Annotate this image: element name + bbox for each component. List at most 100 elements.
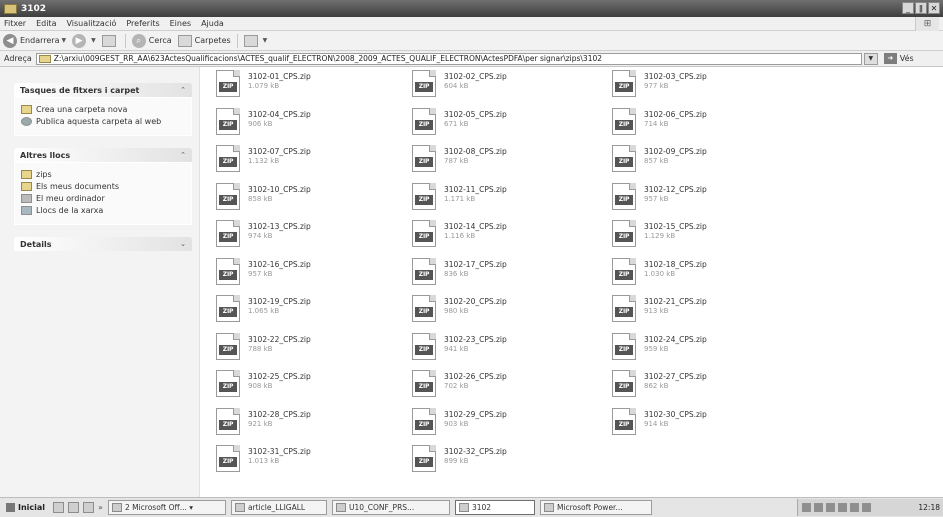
file-item[interactable]: ZIP 3102-06_CPS.zip 714 kB bbox=[612, 107, 792, 142]
file-item[interactable]: ZIP 3102-23_CPS.zip 941 kB bbox=[412, 332, 592, 367]
file-item[interactable]: ZIP 3102-30_CPS.zip 914 kB bbox=[612, 407, 792, 442]
file-name: 3102-29_CPS.zip bbox=[444, 409, 507, 419]
menu-eines[interactable]: Eines bbox=[170, 19, 191, 28]
file-item[interactable]: ZIP 3102-11_CPS.zip 1.171 kB bbox=[412, 182, 592, 217]
file-item[interactable]: ZIP 3102-29_CPS.zip 903 kB bbox=[412, 407, 592, 442]
tray-icon[interactable] bbox=[838, 503, 847, 512]
zip-file-icon: ZIP bbox=[216, 257, 240, 285]
task-create-folder[interactable]: Crea una carpeta nova bbox=[21, 105, 185, 114]
file-size: 1.065 kB bbox=[248, 307, 280, 315]
views-button[interactable]: ▼ bbox=[243, 34, 267, 47]
file-text: 3102-30_CPS.zip 914 kB bbox=[644, 408, 707, 429]
file-item[interactable]: ZIP 3102-28_CPS.zip 921 kB bbox=[216, 407, 396, 442]
file-item[interactable]: ZIP 3102-20_CPS.zip 980 kB bbox=[412, 295, 592, 329]
maximize-button[interactable]: ǁ bbox=[915, 2, 927, 14]
file-tasks-header[interactable]: Tasques de fitxers i carpet ⌃ bbox=[14, 83, 192, 97]
file-size: 836 kB bbox=[444, 269, 469, 278]
place-my-computer[interactable]: El meu ordinador bbox=[21, 194, 185, 203]
file-item[interactable]: ZIP 3102-09_CPS.zip 857 kB bbox=[612, 145, 792, 179]
collapse-chevron-icon[interactable]: ⌃ bbox=[180, 151, 186, 159]
file-item[interactable]: ZIP 3102-01_CPS.zip 1.079 kB bbox=[216, 70, 396, 104]
file-item[interactable]: ZIP 3102-08_CPS.zip 787 kB bbox=[412, 145, 592, 179]
search-button[interactable]: ⌕ Cerca bbox=[131, 33, 172, 48]
address-dropdown-button[interactable]: ▼ bbox=[863, 52, 878, 65]
file-item[interactable]: ZIP 3102-02_CPS.zip 604 kB bbox=[412, 70, 592, 104]
file-item[interactable]: ZIP 3102-14_CPS.zip 1.116 kB bbox=[412, 220, 592, 254]
file-text: 3102-07_CPS.zip 1.132 kB bbox=[248, 145, 311, 166]
menu-visualitzacio[interactable]: Visualització bbox=[66, 19, 116, 28]
file-item[interactable]: ZIP 3102-18_CPS.zip 1.030 kB bbox=[612, 257, 792, 292]
taskbar-button[interactable]: 2 Microsoft Off... ▾ bbox=[107, 500, 226, 515]
start-button[interactable]: Inicial bbox=[2, 500, 49, 516]
tray-icon[interactable] bbox=[862, 503, 871, 512]
file-item[interactable]: ZIP 3102-32_CPS.zip 899 kB bbox=[412, 445, 592, 479]
file-item[interactable]: ZIP 3102-05_CPS.zip 671 kB bbox=[412, 107, 592, 142]
file-item[interactable]: ZIP 3102-12_CPS.zip 957 kB bbox=[612, 182, 792, 217]
zip-file-icon: ZIP bbox=[612, 182, 636, 210]
file-name: 3102-18_CPS.zip bbox=[644, 259, 707, 269]
collapse-chevron-icon[interactable]: ⌃ bbox=[180, 86, 186, 94]
file-item[interactable]: ZIP 3102-21_CPS.zip 913 kB bbox=[612, 295, 792, 329]
taskbar-button[interactable]: Microsoft Power... bbox=[539, 500, 652, 515]
file-item[interactable]: ZIP 3102-24_CPS.zip 959 kB bbox=[612, 332, 792, 367]
file-item[interactable]: ZIP 3102-17_CPS.zip 836 kB bbox=[412, 257, 592, 292]
folders-button[interactable]: Carpetes bbox=[177, 34, 231, 47]
file-item[interactable]: ZIP 3102-19_CPS.zip 1.065 kB bbox=[216, 295, 396, 329]
file-name: 3102-07_CPS.zip bbox=[248, 147, 311, 156]
file-item[interactable]: ZIP 3102-10_CPS.zip 858 kB bbox=[216, 182, 396, 217]
menu-preferits[interactable]: Preferits bbox=[126, 19, 159, 28]
file-text: 3102-15_CPS.zip 1.129 kB bbox=[644, 220, 707, 241]
address-input[interactable]: Z:\arxiu\009GEST_RR_AA\623ActesQualifica… bbox=[35, 52, 862, 65]
file-item[interactable]: ZIP 3102-31_CPS.zip 1.013 kB bbox=[216, 445, 396, 479]
file-item[interactable]: ZIP 3102-07_CPS.zip 1.132 kB bbox=[216, 145, 396, 179]
minimize-button[interactable]: _ bbox=[902, 2, 914, 14]
taskbar-button[interactable]: article_LLIGALL bbox=[230, 500, 327, 515]
quick-launch-icon[interactable] bbox=[83, 502, 95, 513]
file-text: 3102-24_CPS.zip 959 kB bbox=[644, 333, 707, 354]
file-size: 788 kB bbox=[248, 344, 273, 353]
menu-edita[interactable]: Edita bbox=[36, 19, 56, 28]
tray-icon[interactable] bbox=[850, 503, 859, 512]
tray-icon[interactable] bbox=[814, 503, 823, 512]
menu-fitxer[interactable]: Fitxer bbox=[4, 19, 26, 28]
file-item[interactable]: ZIP 3102-27_CPS.zip 862 kB bbox=[612, 370, 792, 404]
file-item[interactable]: ZIP 3102-04_CPS.zip 906 kB bbox=[216, 107, 396, 142]
expand-chevron-icon[interactable]: ⌄ bbox=[180, 240, 186, 248]
file-item[interactable]: ZIP 3102-03_CPS.zip 977 kB bbox=[612, 70, 792, 104]
file-text: 3102-19_CPS.zip 1.065 kB bbox=[248, 295, 311, 316]
place-network[interactable]: Llocs de la xarxa bbox=[21, 206, 185, 215]
file-item[interactable]: ZIP 3102-22_CPS.zip 788 kB bbox=[216, 332, 396, 367]
zip-file-icon: ZIP bbox=[412, 370, 436, 397]
zip-badge: ZIP bbox=[415, 269, 433, 280]
browser-icon[interactable] bbox=[68, 502, 80, 513]
file-name: 3102-19_CPS.zip bbox=[248, 297, 311, 306]
file-text: 3102-10_CPS.zip 858 kB bbox=[248, 183, 311, 204]
close-button[interactable]: ✕ bbox=[928, 2, 940, 14]
file-item[interactable]: ZIP 3102-26_CPS.zip 702 kB bbox=[412, 370, 592, 404]
taskbar-button[interactable]: 3102 bbox=[454, 500, 535, 515]
place-my-documents[interactable]: Els meus documents bbox=[21, 182, 185, 191]
zip-badge: ZIP bbox=[415, 232, 433, 242]
details-header[interactable]: Details ⌄ bbox=[14, 237, 192, 251]
file-item[interactable]: ZIP 3102-25_CPS.zip 908 kB bbox=[216, 370, 396, 404]
show-desktop-icon[interactable] bbox=[53, 502, 65, 513]
menu-ajuda[interactable]: Ajuda bbox=[201, 19, 224, 28]
file-name: 3102-10_CPS.zip bbox=[248, 184, 311, 194]
go-button[interactable]: ➜ Vés bbox=[883, 53, 914, 64]
file-item[interactable]: ZIP 3102-13_CPS.zip 974 kB bbox=[216, 220, 396, 254]
forward-button[interactable]: ▶ ▼ bbox=[72, 33, 96, 48]
file-item[interactable]: ZIP 3102-16_CPS.zip 957 kB bbox=[216, 257, 396, 292]
taskbar-button[interactable]: U10_CONF_PRS... bbox=[331, 500, 450, 515]
place-zips[interactable]: zips bbox=[21, 170, 185, 179]
other-places-header[interactable]: Altres llocs ⌃ bbox=[14, 148, 192, 162]
search-label: Cerca bbox=[148, 36, 172, 45]
task-publish-web[interactable]: Publica aquesta carpeta al web bbox=[21, 117, 185, 126]
file-item[interactable]: ZIP 3102-15_CPS.zip 1.129 kB bbox=[612, 220, 792, 254]
up-folder-button[interactable] bbox=[101, 34, 119, 47]
file-text: 3102-18_CPS.zip 1.030 kB bbox=[644, 258, 707, 279]
tray-icon[interactable] bbox=[826, 503, 835, 512]
zip-file-icon: ZIP bbox=[216, 182, 240, 210]
back-button[interactable]: ◀ Endarrera ▼ bbox=[3, 33, 66, 48]
tray-icon[interactable] bbox=[802, 503, 811, 512]
file-text: 3102-16_CPS.zip 957 kB bbox=[248, 258, 311, 279]
